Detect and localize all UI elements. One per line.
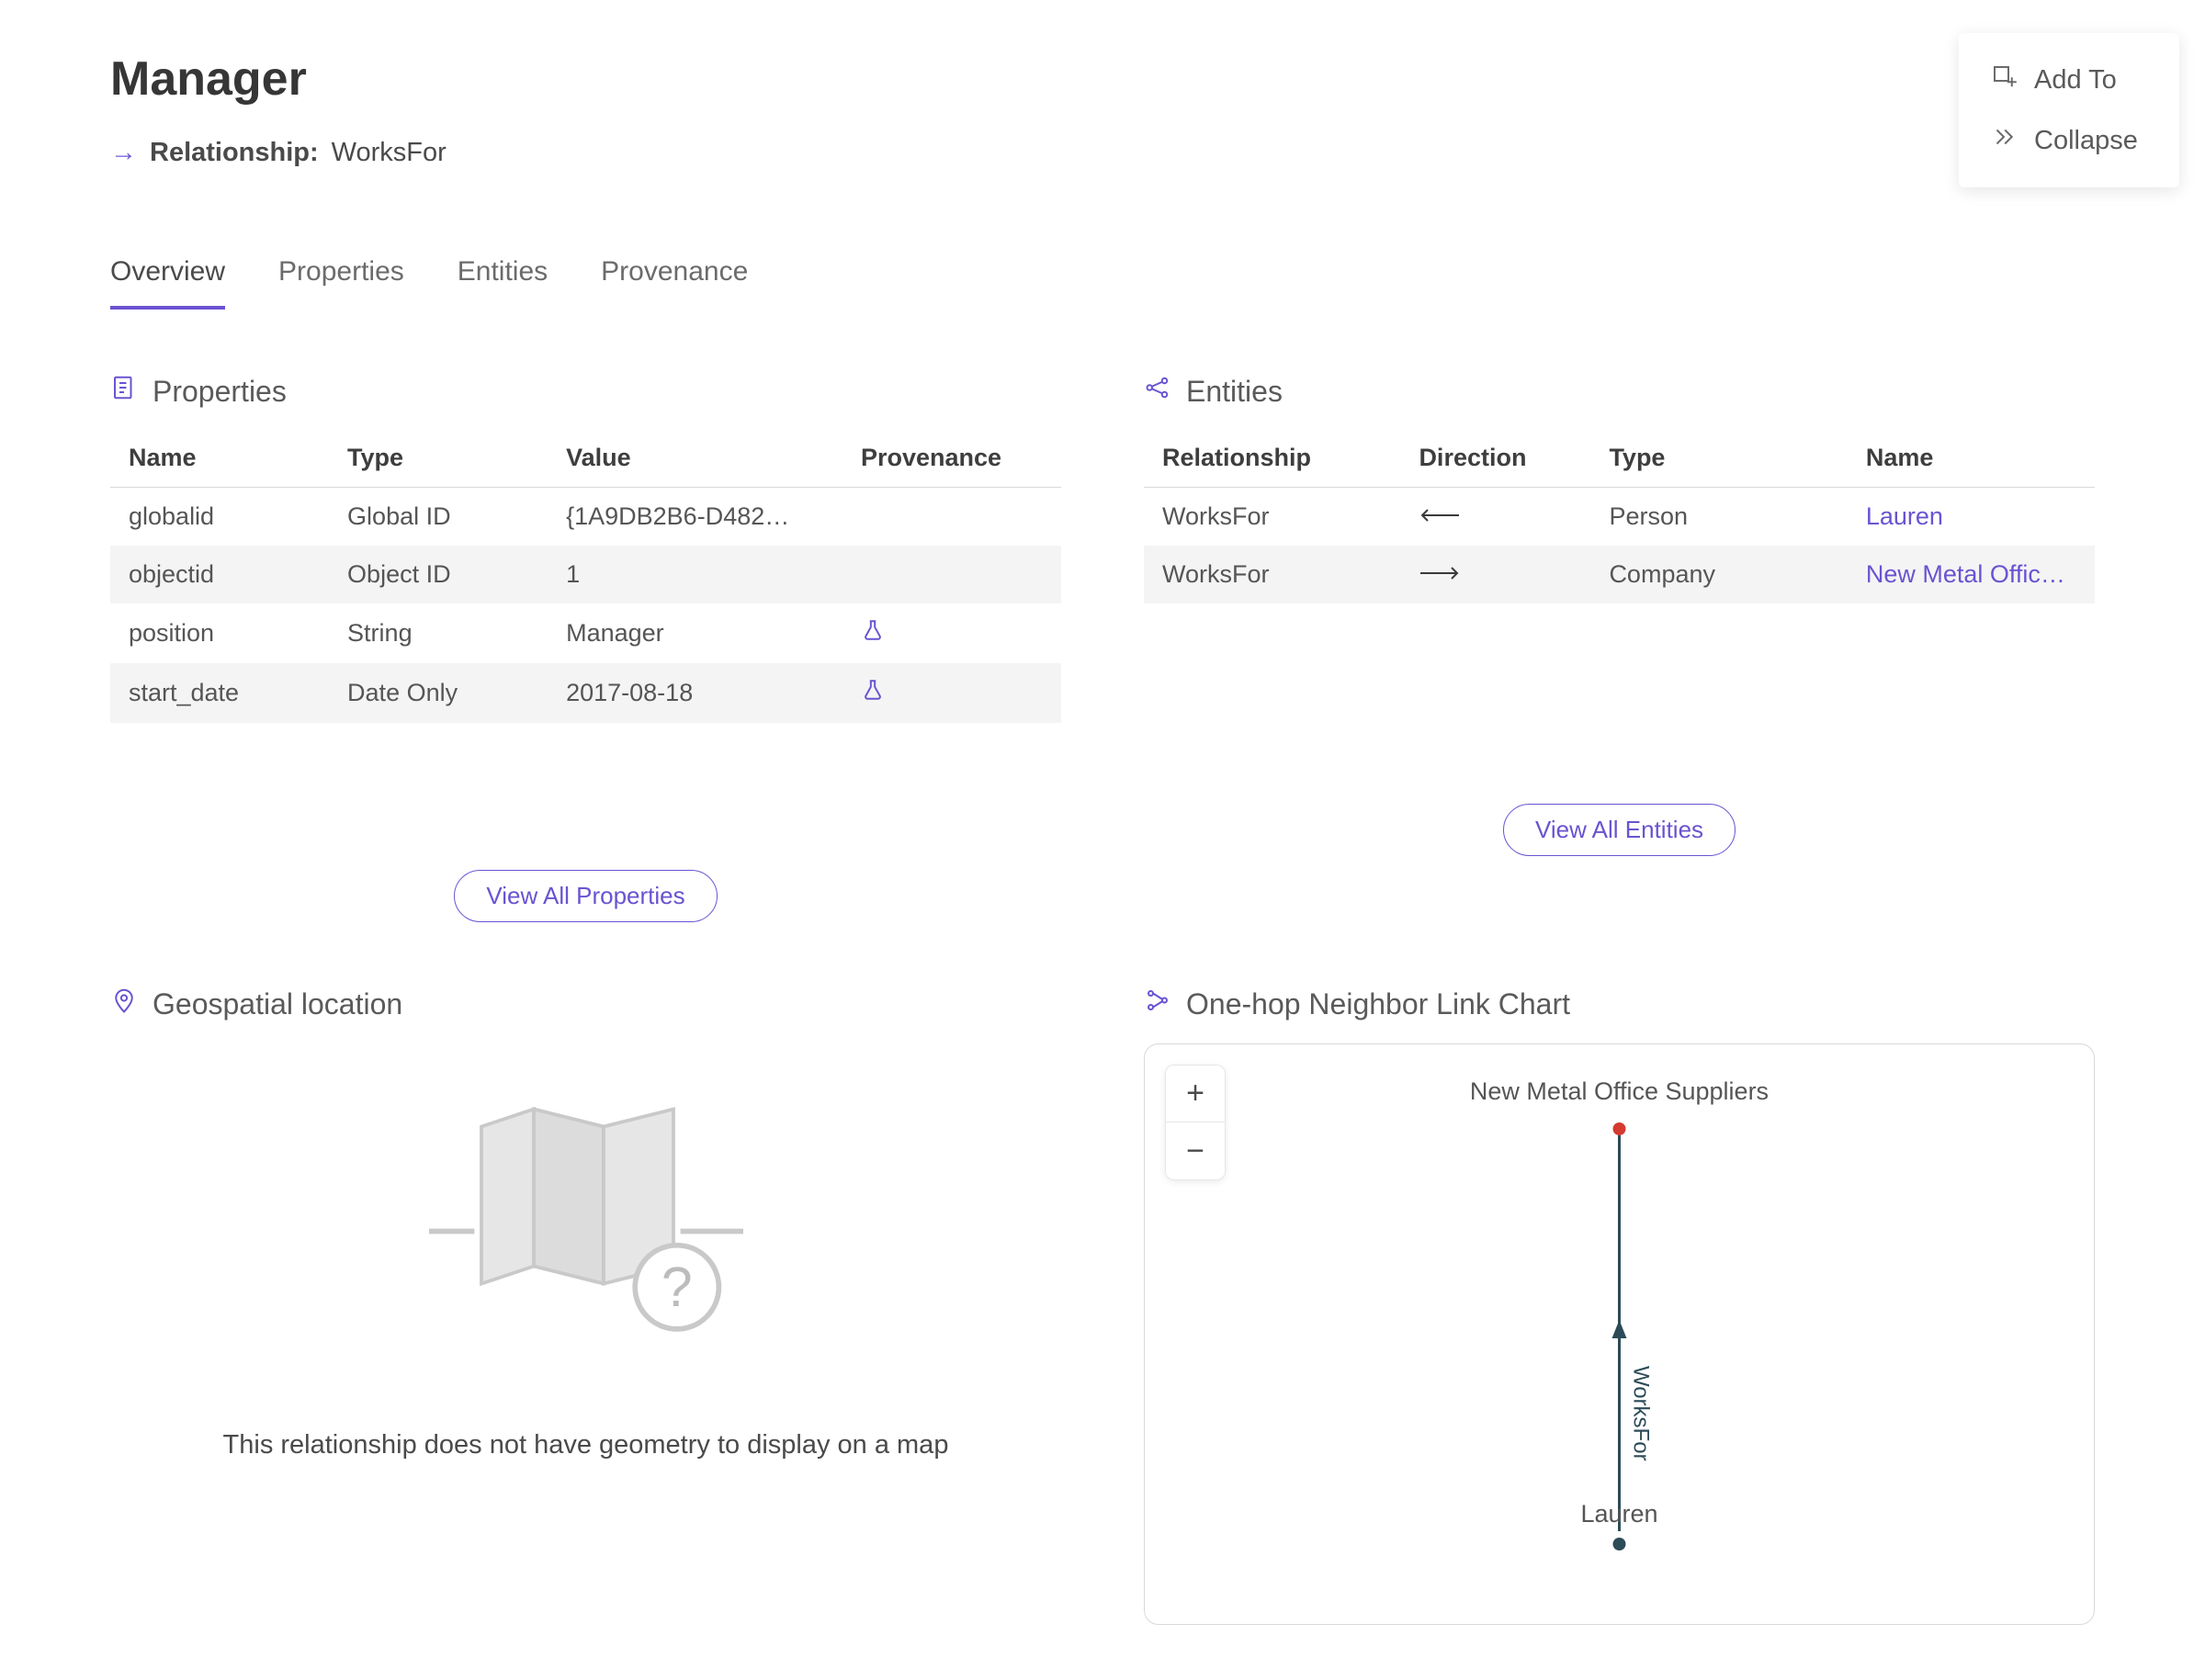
geospatial-empty-message: This relationship does not have geometry…: [110, 1430, 1061, 1460]
cell-provenance: [842, 546, 1061, 603]
cell-type: Company: [1590, 546, 1847, 603]
properties-table: Name Type Value Provenance globalid Glob…: [110, 431, 1061, 723]
table-row[interactable]: position String Manager: [110, 603, 1061, 663]
view-all-entities-button[interactable]: View All Entities: [1503, 804, 1736, 856]
cell-direction: [1400, 546, 1590, 603]
arrow-right-icon: [1419, 560, 1461, 588]
flask-icon: [861, 620, 885, 648]
node-top-label: New Metal Office Suppliers: [1470, 1077, 1769, 1105]
add-to-icon: [1990, 62, 2018, 97]
collapse-button[interactable]: Collapse: [1983, 110, 2155, 171]
cell-value: {1A9DB2B6-D482…: [548, 488, 842, 547]
cell-name: globalid: [110, 488, 329, 547]
add-to-label: Add To: [2034, 65, 2117, 96]
flask-icon: [861, 680, 885, 707]
entities-icon: [1144, 374, 1171, 409]
cell-name: position: [110, 603, 329, 663]
node-top[interactable]: [1613, 1122, 1626, 1135]
link-chart-icon: [1144, 987, 1171, 1021]
empty-map-icon: ?: [412, 1331, 761, 1347]
cell-value: Manager: [548, 603, 842, 663]
node-bottom[interactable]: [1613, 1538, 1626, 1550]
cell-provenance[interactable]: [842, 663, 1061, 723]
entities-panel: Entities Relationship Direction Type Nam…: [1144, 374, 2095, 922]
cell-relationship: WorksFor: [1144, 546, 1400, 603]
cell-name: start_date: [110, 663, 329, 723]
table-row[interactable]: start_date Date Only 2017-08-18: [110, 663, 1061, 723]
entities-heading: Entities: [1186, 375, 1283, 409]
cell-direction: [1400, 488, 1590, 547]
node-bottom-label: Lauren: [1580, 1500, 1657, 1528]
link-chart-canvas[interactable]: + − New Metal Office Suppliers WorksFor …: [1144, 1043, 2095, 1625]
col-name: Name: [110, 431, 329, 488]
table-row[interactable]: WorksFor Company New Metal Offic…: [1144, 546, 2095, 603]
properties-heading: Properties: [153, 375, 287, 409]
geospatial-panel: Geospatial location ?: [110, 987, 1061, 1625]
arrow-left-icon: [1419, 502, 1461, 530]
tab-overview[interactable]: Overview: [110, 256, 225, 310]
col-provenance: Provenance: [842, 431, 1061, 488]
relationship-value: WorksFor: [332, 138, 447, 168]
edge-arrowhead: [1612, 1320, 1627, 1338]
cell-type: String: [329, 603, 548, 663]
col-type: Type: [329, 431, 548, 488]
view-all-properties-button[interactable]: View All Properties: [454, 870, 717, 922]
zoom-out-button[interactable]: −: [1166, 1122, 1225, 1179]
chevron-double-right-icon: [1990, 123, 2018, 158]
cell-type: Object ID: [329, 546, 548, 603]
link-chart-heading: One-hop Neighbor Link Chart: [1186, 987, 1570, 1021]
map-pin-icon: [110, 987, 138, 1021]
arrow-right-icon: →: [110, 138, 137, 168]
svg-text:?: ?: [661, 1256, 692, 1318]
table-row[interactable]: globalid Global ID {1A9DB2B6-D482…: [110, 488, 1061, 547]
table-row[interactable]: WorksFor Person Lauren: [1144, 488, 2095, 547]
cell-type: Person: [1590, 488, 1847, 547]
tab-provenance[interactable]: Provenance: [601, 256, 748, 310]
col-value: Value: [548, 431, 842, 488]
cell-relationship: WorksFor: [1144, 488, 1400, 547]
entities-table: Relationship Direction Type Name WorksFo…: [1144, 431, 2095, 603]
cell-provenance[interactable]: [842, 603, 1061, 663]
tabs: Overview Properties Entities Provenance: [110, 256, 2095, 310]
add-to-button[interactable]: Add To: [1983, 50, 2155, 110]
table-row[interactable]: objectid Object ID 1: [110, 546, 1061, 603]
col-name: Name: [1848, 431, 2095, 488]
cell-value: 1: [548, 546, 842, 603]
breadcrumb: → Relationship: WorksFor: [110, 138, 2095, 168]
cell-type: Date Only: [329, 663, 548, 723]
tab-properties[interactable]: Properties: [278, 256, 404, 310]
cell-value: 2017-08-18: [548, 663, 842, 723]
tab-entities[interactable]: Entities: [458, 256, 548, 310]
col-relationship: Relationship: [1144, 431, 1400, 488]
link-chart-panel: One-hop Neighbor Link Chart + − New Meta…: [1144, 987, 2095, 1625]
relationship-label: Relationship:: [150, 138, 319, 168]
edge-label: WorksFor: [1629, 1366, 1654, 1461]
cell-type: Global ID: [329, 488, 548, 547]
entity-link[interactable]: Lauren: [1848, 488, 2095, 547]
zoom-controls: + −: [1165, 1065, 1226, 1180]
zoom-in-button[interactable]: +: [1166, 1066, 1225, 1122]
properties-icon: [110, 374, 138, 409]
geospatial-heading: Geospatial location: [153, 987, 402, 1021]
cell-name: objectid: [110, 546, 329, 603]
col-type: Type: [1590, 431, 1847, 488]
col-direction: Direction: [1400, 431, 1590, 488]
page-title: Manager: [110, 51, 2095, 107]
cell-provenance: [842, 488, 1061, 547]
properties-panel: Properties Name Type Value Provenance gl…: [110, 374, 1061, 922]
entity-link[interactable]: New Metal Offic…: [1848, 546, 2095, 603]
collapse-label: Collapse: [2034, 126, 2138, 156]
top-actions-panel: Add To Collapse: [1959, 33, 2179, 187]
